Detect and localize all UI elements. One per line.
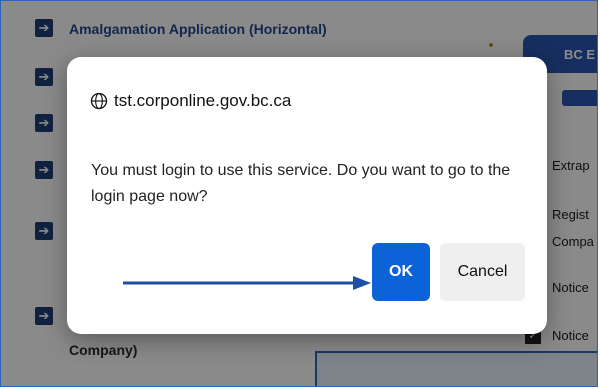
screenshot-frame: ➔ ➔ ➔ ➔ ➔ ➔ Amalgamation Application (Ho… [0,0,598,387]
ok-button[interactable]: OK [372,243,430,301]
dialog-host: tst.corponline.gov.bc.ca [90,91,291,111]
cancel-button[interactable]: Cancel [440,243,525,301]
dialog-message: You must login to use this service. Do y… [91,162,511,205]
dialog-host-text: tst.corponline.gov.bc.ca [114,91,292,110]
pointer-arrow-icon [123,276,371,290]
cancel-button-label: Cancel [457,263,508,280]
ok-button-label: OK [389,263,413,280]
globe-icon [90,92,108,110]
